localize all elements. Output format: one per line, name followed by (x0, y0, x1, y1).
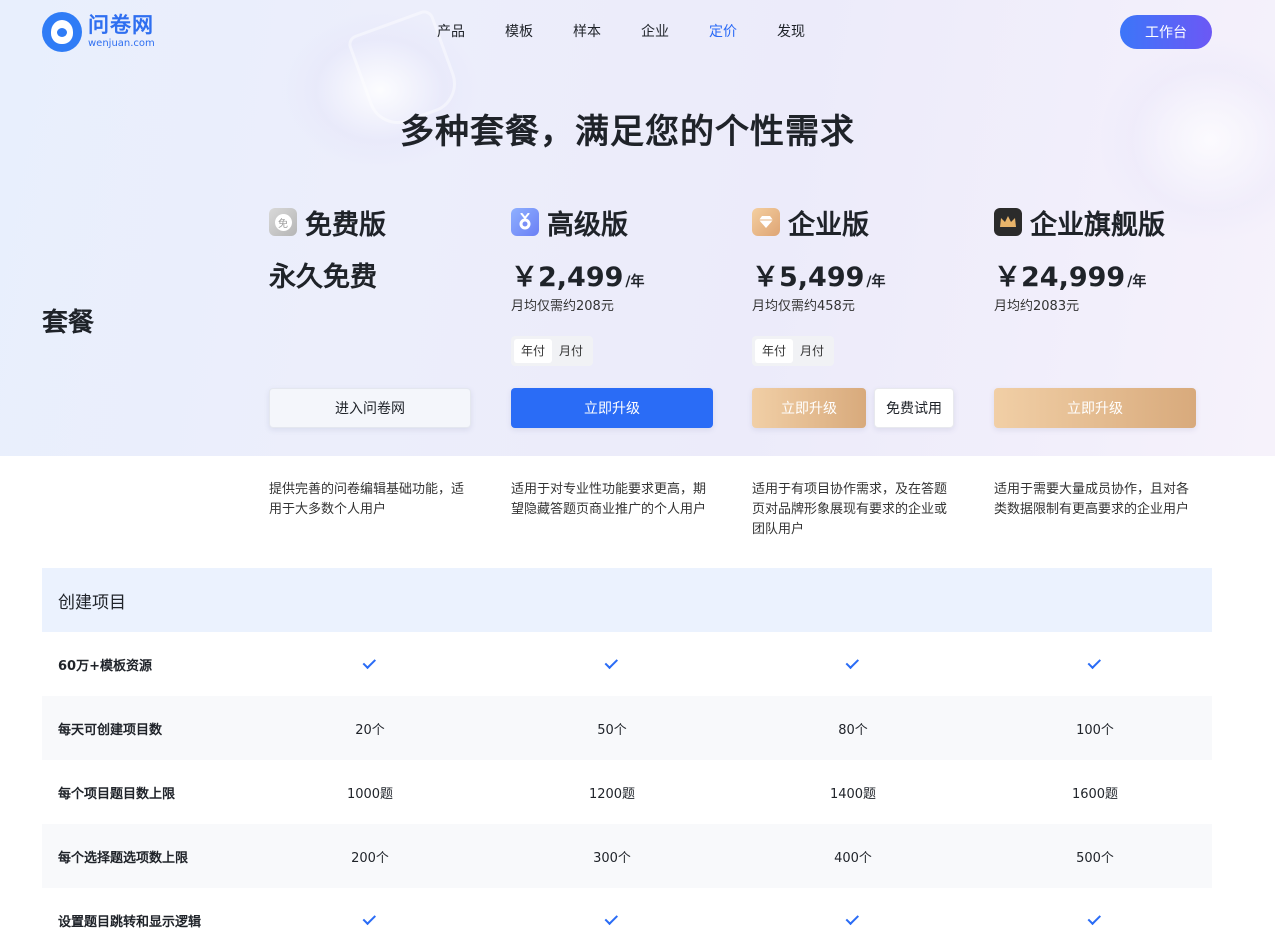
plan-card-advanced: 高级版 ￥2,499 /年 月均仅需约208元 年付 月付 (511, 205, 721, 366)
crown-icon (994, 208, 1022, 236)
feature-label: 每个项目题目数上限 (58, 786, 176, 802)
feature-value: 1000题 (346, 786, 394, 802)
price-unit: /年 (866, 274, 886, 290)
logo-name: 问卷网 (88, 13, 154, 37)
price-unit: /年 (625, 274, 645, 290)
plan-card-flagship: 企业旗舰版 ￥24,999 /年 月均约2083元 (994, 205, 1204, 314)
table-row: 每天可创建项目数 20个 50个 80个 100个 (42, 696, 1212, 760)
check-icon (330, 911, 410, 928)
nav-item-samples[interactable]: 样本 (573, 22, 601, 42)
billing-toggle: 年付 月付 (511, 336, 594, 366)
nav-item-templates[interactable]: 模板 (505, 22, 533, 42)
plan-price: ￥24,999 (994, 262, 1126, 293)
feature-value: 300个 (593, 850, 631, 866)
feature-value: 1400题 (829, 786, 877, 802)
section-title: 创建项目 (58, 592, 126, 613)
free-badge-icon: 免 (269, 208, 297, 236)
plan-price: ￥2,499 (511, 262, 624, 293)
check-icon (572, 911, 652, 928)
upgrade-enterprise-button[interactable]: 立即升级 (752, 388, 866, 428)
workbench-button[interactable]: 工作台 (1120, 15, 1212, 49)
plan-name: 免费版 (305, 209, 386, 241)
feature-value: 1600题 (1071, 786, 1119, 802)
plan-price: ￥5,499 (752, 262, 865, 293)
plan-description-flagship: 适用于需要大量成员协作，且对各类数据限制有更高要求的企业用户 (994, 482, 1190, 517)
plan-card-enterprise: 企业版 ￥5,499 /年 月均仅需约458元 年付 月付 (752, 205, 962, 366)
check-icon (813, 655, 893, 672)
plan-price: 永久免费 (269, 262, 377, 293)
check-icon (1055, 911, 1135, 928)
medal-icon (511, 208, 539, 236)
feature-label: 设置题目跳转和显示逻辑 (58, 914, 202, 930)
feature-label: 每天可创建项目数 (58, 722, 163, 738)
feature-label: 每个选择题选项数上限 (58, 850, 189, 866)
plan-description-free: 提供完善的问卷编辑基础功能，适用于大多数个人用户 (269, 482, 465, 517)
site-logo[interactable]: 问卷网 wenjuan.com (42, 12, 155, 52)
page-title: 多种套餐，满足您的个性需求 (400, 112, 855, 152)
table-row: 设置题目跳转和显示逻辑 (42, 888, 1212, 946)
nav-item-enterprise[interactable]: 企业 (641, 22, 669, 42)
feature-value: 200个 (351, 850, 389, 866)
main-nav: 产品 模板 样本 企业 定价 发现 (437, 22, 845, 42)
toggle-monthly[interactable]: 月付 (552, 339, 590, 363)
feature-value: 500个 (1076, 850, 1114, 866)
toggle-yearly[interactable]: 年付 (755, 339, 794, 363)
check-icon (813, 911, 893, 928)
monthly-average: 月均仅需约458元 (752, 299, 855, 314)
plan-description-enterprise: 适用于有项目协作需求，及在答题页对品牌形象展现有要求的企业或团队用户 (752, 482, 948, 537)
table-row: 每个项目题目数上限 1000题 1200题 1400题 1600题 (42, 760, 1212, 824)
nav-item-products[interactable]: 产品 (437, 22, 465, 42)
plan-description-advanced: 适用于对专业性功能要求更高，期望隐藏答题页商业推广的个人用户 (511, 482, 707, 517)
plan-name: 企业旗舰版 (1030, 209, 1165, 241)
toggle-yearly[interactable]: 年付 (514, 339, 553, 363)
feature-value: 20个 (355, 722, 385, 738)
table-row: 每个选择题选项数上限 200个 300个 400个 500个 (42, 824, 1212, 888)
package-row-label: 套餐 (42, 308, 95, 338)
table-row: 60万+模板资源 (42, 632, 1212, 696)
logo-domain: wenjuan.com (88, 38, 155, 49)
upgrade-advanced-button[interactable]: 立即升级 (511, 388, 713, 428)
feature-value: 100个 (1076, 722, 1114, 738)
check-icon (330, 655, 410, 672)
billing-toggle: 年付 月付 (752, 336, 835, 366)
enter-wenjuan-button[interactable]: 进入问卷网 (269, 388, 471, 428)
feature-value: 50个 (597, 722, 627, 738)
free-trial-button[interactable]: 免费试用 (874, 388, 954, 428)
upgrade-flagship-button[interactable]: 立即升级 (994, 388, 1196, 428)
diamond-icon (752, 208, 780, 236)
plan-name: 高级版 (547, 209, 628, 241)
check-icon (1055, 655, 1135, 672)
monthly-average: 月均仅需约208元 (511, 299, 614, 314)
plan-card-free: 免 免费版 永久免费 (269, 205, 479, 293)
section-header-create-project: 创建项目 (42, 568, 1212, 632)
price-unit: /年 (1127, 274, 1147, 290)
plan-name: 企业版 (788, 209, 869, 241)
feature-value: 80个 (838, 722, 868, 738)
feature-label: 60万+模板资源 (58, 658, 152, 674)
feature-value: 1200题 (588, 786, 636, 802)
monthly-average: 月均约2083元 (994, 299, 1080, 314)
check-icon (572, 655, 652, 672)
nav-item-discover[interactable]: 发现 (777, 22, 805, 42)
toggle-monthly[interactable]: 月付 (793, 339, 831, 363)
feature-value: 400个 (834, 850, 872, 866)
nav-item-pricing[interactable]: 定价 (709, 22, 737, 42)
logo-mascot-icon (42, 12, 82, 52)
